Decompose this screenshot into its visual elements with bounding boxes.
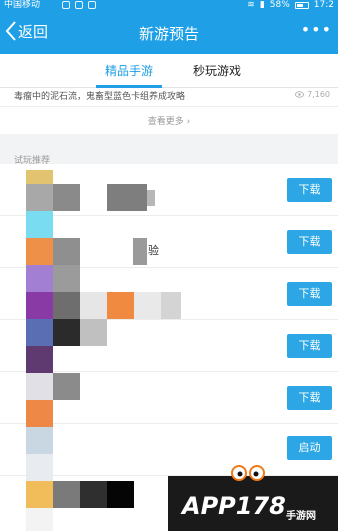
mosaic-block bbox=[107, 184, 147, 211]
mosaic-block bbox=[26, 427, 53, 454]
mosaic-block bbox=[53, 238, 80, 265]
carrier-label: 中国移动 bbox=[4, 0, 41, 10]
battery-percent: 58% bbox=[269, 0, 290, 10]
mosaic-block bbox=[26, 265, 53, 292]
watermark-logo: APP178 手游网 bbox=[168, 465, 338, 531]
mosaic-block bbox=[26, 184, 53, 211]
download-button[interactable]: 下载 bbox=[287, 334, 332, 358]
tab-bar: 精品手游 秒玩游戏 bbox=[0, 54, 338, 88]
mascot-eyes-icon bbox=[231, 465, 265, 481]
article-row[interactable]: 毒瘤中的泥石流，鬼畜型蓝色卡组养成攻略 7,160 bbox=[0, 88, 338, 106]
mosaic-block bbox=[26, 211, 53, 238]
download-button[interactable]: 下载 bbox=[287, 178, 332, 202]
mosaic-block bbox=[53, 319, 80, 346]
mosaic-block bbox=[26, 373, 53, 400]
mosaic-block bbox=[107, 292, 134, 319]
mosaic-block bbox=[26, 400, 53, 427]
see-more-button[interactable]: 查看更多 › bbox=[0, 114, 338, 127]
mosaic-block bbox=[26, 346, 53, 373]
status-bar: 中国移动 ≋ ▮ 58% 17:2 bbox=[0, 0, 338, 10]
mosaic-block bbox=[80, 292, 107, 319]
mosaic-block bbox=[80, 319, 107, 346]
mosaic-block bbox=[26, 454, 53, 481]
chevron-right-icon: › bbox=[186, 117, 191, 127]
mosaic-block bbox=[107, 481, 134, 508]
see-more-bar: 查看更多 › bbox=[0, 106, 338, 134]
signal-icon: ▮ bbox=[259, 0, 265, 10]
tab-featured-games[interactable]: 精品手游 bbox=[105, 62, 153, 79]
watermark-subtitle: 手游网 bbox=[286, 511, 316, 522]
clock: 17:2 bbox=[313, 0, 334, 10]
eye-icon bbox=[295, 91, 304, 98]
download-button[interactable]: 下载 bbox=[287, 282, 332, 306]
mosaic-block bbox=[53, 292, 80, 319]
watermark-brand: APP178 bbox=[182, 492, 286, 520]
notification-icon bbox=[88, 1, 96, 9]
view-count-value: 7,160 bbox=[307, 90, 330, 99]
mosaic-block bbox=[80, 481, 107, 508]
mosaic-block bbox=[161, 292, 181, 319]
view-count: 7,160 bbox=[295, 90, 330, 99]
mosaic-block bbox=[134, 292, 161, 319]
tab-instant-games[interactable]: 秒玩游戏 bbox=[193, 62, 241, 79]
mosaic-block bbox=[53, 265, 80, 292]
title-fragment: 验 bbox=[148, 244, 159, 257]
more-icon[interactable]: ••• bbox=[301, 20, 332, 39]
mosaic-block bbox=[26, 292, 53, 319]
mosaic-block bbox=[53, 373, 80, 400]
battery-icon bbox=[294, 1, 309, 9]
mosaic-block bbox=[26, 319, 53, 346]
download-button[interactable]: 下载 bbox=[287, 230, 332, 254]
status-right: ≋ ▮ 58% 17:2 bbox=[247, 0, 334, 10]
mosaic-block bbox=[133, 238, 147, 265]
status-icons bbox=[62, 1, 96, 9]
mosaic-block bbox=[26, 481, 53, 508]
launch-button[interactable]: 启动 bbox=[287, 436, 332, 460]
mosaic-block bbox=[53, 481, 80, 508]
mosaic-block bbox=[147, 190, 155, 206]
wifi-icon: ≋ bbox=[247, 0, 255, 10]
nav-bar: 返回 新游预告 ••• bbox=[0, 10, 338, 54]
article-title: 毒瘤中的泥石流，鬼畜型蓝色卡组养成攻略 bbox=[14, 92, 186, 102]
page-title: 新游预告 bbox=[138, 25, 199, 43]
mosaic-block bbox=[26, 508, 53, 531]
notification-icon bbox=[75, 1, 83, 9]
notification-icon bbox=[62, 1, 70, 9]
mosaic-block bbox=[53, 184, 80, 211]
see-more-label: 查看更多 bbox=[147, 117, 184, 127]
mosaic-block bbox=[26, 170, 53, 184]
mosaic-block bbox=[26, 238, 53, 265]
download-button[interactable]: 下载 bbox=[287, 386, 332, 410]
